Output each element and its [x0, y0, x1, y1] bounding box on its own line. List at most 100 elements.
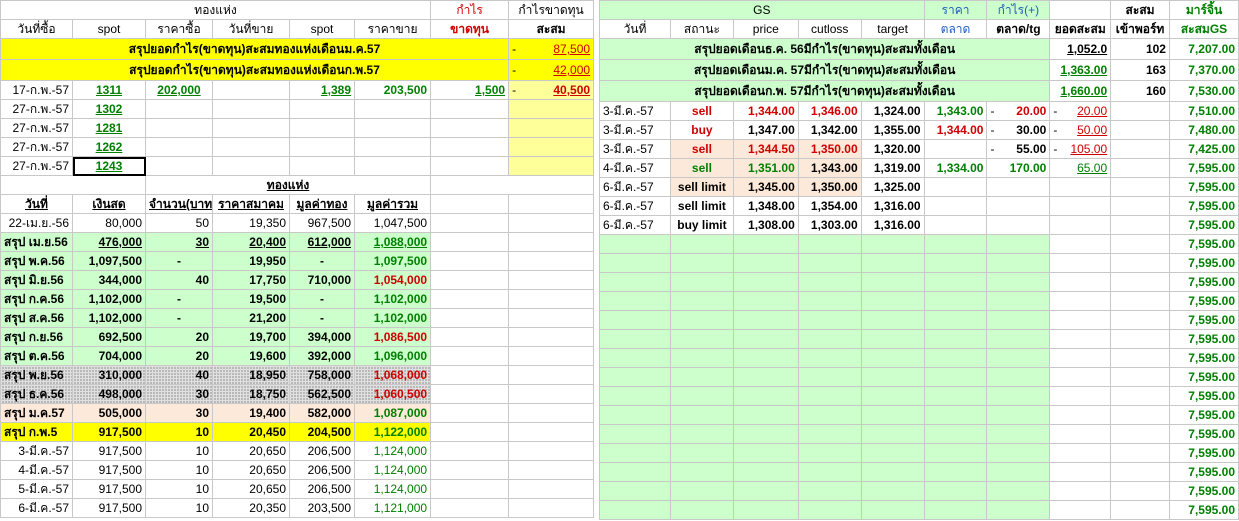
total-value[interactable]: 1,124,000 [353, 479, 432, 499]
market-tg[interactable]: 170.00 [986, 158, 1051, 178]
blank[interactable] [1049, 291, 1112, 311]
qty[interactable]: 50 [145, 213, 213, 233]
header-sell-price[interactable]: ราคาขาย [353, 19, 432, 39]
blank[interactable] [669, 310, 734, 330]
blank[interactable] [430, 270, 510, 290]
blank[interactable] [797, 253, 862, 273]
assoc-price[interactable]: 20,450 [212, 422, 290, 442]
margin[interactable]: 7,425.00 [1168, 139, 1239, 159]
spot-link[interactable]: 1262 [72, 137, 146, 157]
sell-date[interactable] [212, 118, 290, 138]
assoc-price[interactable]: 19,700 [212, 327, 290, 347]
blank[interactable] [669, 405, 734, 425]
gold-date[interactable]: 4-มี.ค.-57 [0, 460, 73, 480]
blank[interactable] [1049, 272, 1112, 292]
blank[interactable] [986, 291, 1051, 311]
margin[interactable]: 7,480.00 [1168, 120, 1239, 140]
qty[interactable]: 30 [145, 232, 213, 252]
gold-date[interactable]: สรุป ส.ค.56 [0, 308, 73, 328]
blank[interactable] [1049, 462, 1112, 482]
header-price[interactable]: ราคา [923, 0, 988, 20]
blank[interactable] [430, 460, 510, 480]
blank[interactable] [797, 386, 862, 406]
blank[interactable] [860, 424, 925, 444]
profit-loss[interactable] [430, 156, 510, 176]
blank[interactable] [986, 462, 1051, 482]
blank[interactable] [1110, 405, 1170, 425]
total-value[interactable]: 1,097,500 [353, 251, 432, 271]
gold-date[interactable]: 5-มี.ค.-57 [0, 479, 73, 499]
qty[interactable]: 30 [145, 384, 213, 404]
qty[interactable]: - [145, 251, 213, 271]
qty[interactable]: 20 [145, 346, 213, 366]
header-gold[interactable]: ทองแห่ง [0, 0, 432, 20]
header-profit-loss[interactable]: กำไรขาดทุน [508, 0, 595, 20]
header-cum-total[interactable]: ยอดสะสม [1049, 19, 1112, 39]
cum-total[interactable]: 1,052.0 [1049, 38, 1112, 60]
header-date[interactable]: วันที่ [0, 194, 73, 214]
blank[interactable] [669, 329, 734, 349]
margin[interactable]: 7,595.00 [1168, 310, 1239, 330]
blank[interactable] [508, 365, 595, 385]
qty[interactable]: - [145, 289, 213, 309]
blank[interactable] [669, 386, 734, 406]
blank[interactable] [0, 175, 146, 195]
qty[interactable]: 20 [145, 327, 213, 347]
cash[interactable]: 704,000 [72, 346, 146, 366]
blank[interactable] [923, 481, 988, 501]
cash[interactable]: 1,102,000 [72, 308, 146, 328]
blank[interactable] [986, 348, 1051, 368]
buy-price[interactable]: 202,000 [145, 80, 213, 100]
margin[interactable]: 7,595.00 [1168, 481, 1239, 501]
total-value[interactable]: 1,124,000 [353, 460, 432, 480]
blank[interactable] [797, 272, 862, 292]
sell-price[interactable] [353, 137, 432, 157]
trade-price[interactable]: 1,345.00 [732, 177, 799, 197]
blank[interactable] [986, 386, 1051, 406]
gold-date[interactable]: 3-มี.ค.-57 [0, 441, 73, 461]
trade-price[interactable]: 1,348.00 [732, 196, 799, 216]
port[interactable]: 160 [1110, 80, 1170, 102]
blank[interactable] [923, 291, 988, 311]
total-value[interactable]: 1,068,000 [353, 365, 432, 385]
blank[interactable] [860, 367, 925, 387]
blank[interactable] [599, 424, 671, 444]
header-loss[interactable]: ขาดทุน [430, 19, 510, 39]
qty[interactable]: 10 [145, 460, 213, 480]
monthly-summary-label[interactable]: สรุปยอดเดือนก.พ. 57มีกำไร(ขาดทุน)สะสมทั้… [598, 80, 1051, 102]
blank[interactable] [732, 500, 799, 520]
blank[interactable] [1049, 443, 1112, 463]
qty[interactable]: 40 [145, 270, 213, 290]
header-status[interactable]: สถานะ [669, 19, 734, 39]
market-price[interactable] [923, 177, 988, 197]
gold-value[interactable]: 206,500 [289, 479, 355, 499]
blank[interactable] [1110, 386, 1170, 406]
trade-price[interactable]: 1,344.00 [732, 101, 799, 121]
cum-total[interactable] [1049, 177, 1112, 197]
trade-status[interactable]: buy limit [669, 215, 734, 235]
blank[interactable] [599, 329, 671, 349]
blank[interactable] [797, 424, 862, 444]
blank[interactable] [860, 481, 925, 501]
trade-date[interactable]: 27-ก.พ.-57 [0, 137, 73, 157]
spot-link[interactable]: 1302 [72, 99, 146, 119]
gold-date[interactable]: สรุป ม.ค.57 [0, 403, 73, 423]
qty[interactable]: 10 [145, 441, 213, 461]
gold-date[interactable]: สรุป พ.ค.56 [0, 251, 73, 271]
trade-price[interactable]: 1,344.50 [732, 139, 799, 159]
blank[interactable] [508, 384, 595, 404]
trade-status[interactable]: buy [669, 120, 734, 140]
gold-date[interactable]: สรุป ต.ค.56 [0, 346, 73, 366]
header-qty[interactable]: จำนวน(บาท [145, 194, 213, 214]
blank[interactable] [1110, 443, 1170, 463]
sell-date[interactable] [212, 99, 290, 119]
blank[interactable] [599, 462, 671, 482]
blank[interactable] [508, 194, 595, 214]
gold-date[interactable]: สรุป ก.พ.5 [0, 422, 73, 442]
trade-status[interactable]: sell limit [669, 196, 734, 216]
sell-price[interactable] [353, 99, 432, 119]
blank[interactable] [923, 500, 988, 520]
assoc-price[interactable]: 20,350 [212, 498, 290, 518]
margin[interactable]: 7,595.00 [1168, 253, 1239, 273]
header-market[interactable]: ตลาด [923, 19, 988, 39]
